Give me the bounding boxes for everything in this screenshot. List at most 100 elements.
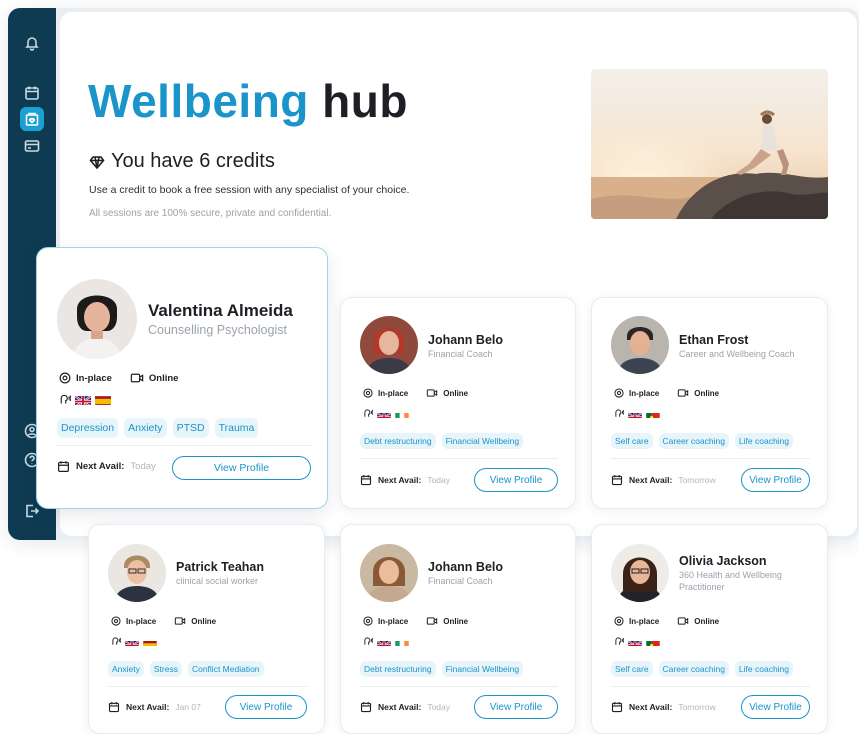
specialty-tag: Anxiety [108, 661, 144, 677]
next-avail-label: Next Avail: [629, 475, 673, 485]
location-pin-icon [614, 388, 624, 398]
session-modes: In-place Online [363, 388, 468, 398]
video-camera-icon [175, 617, 186, 625]
next-availability: Next Avail: Today [57, 460, 156, 473]
session-modes: In-place Online [363, 616, 468, 626]
location-pin-icon [111, 616, 121, 626]
divider [611, 458, 810, 459]
specialist-card[interactable]: Olivia Jackson 360 Health and Wellbeing … [591, 524, 828, 734]
specialist-card[interactable]: Patrick Teahan clinical social worker In… [88, 524, 325, 734]
online-label: Online [694, 616, 720, 626]
calendar-icon [360, 702, 372, 713]
online-label: Online [443, 388, 469, 398]
in-place-label: In-place [378, 388, 409, 398]
specialty-tags: Debt restructuring Financial Wellbeing [360, 661, 524, 677]
next-avail-label: Next Avail: [378, 702, 422, 712]
specialist-card[interactable]: Johann Belo Financial Coach In-place Onl… [340, 524, 576, 734]
card-icon[interactable] [20, 134, 44, 158]
next-avail-value: Tomorrow [678, 702, 716, 712]
privacy-note: All sessions are 100% secure, private an… [89, 208, 332, 219]
next-availability: Next Avail: Tomorrow [611, 474, 716, 486]
languages [614, 636, 660, 646]
page-title-rest: hub [322, 75, 408, 127]
uk-flag-icon [628, 637, 642, 646]
credits-description: Use a credit to book a free session with… [89, 184, 410, 196]
uk-flag-icon [377, 637, 391, 646]
next-availability: Next Avail: Tomorrow [611, 701, 716, 713]
specialty-tag: Life coaching [734, 661, 794, 677]
online-label: Online [694, 388, 720, 398]
divider [57, 445, 311, 446]
specialty-tag: Depression [57, 418, 119, 438]
specialist-name: Patrick Teahan [176, 560, 265, 574]
next-avail-label: Next Avail: [378, 475, 422, 485]
specialty-tags: Anxiety Stress Conflict Mediation [108, 661, 264, 677]
specialist-name: Johann Belo [428, 333, 504, 347]
wellbeing-hub-icon[interactable] [20, 107, 44, 131]
specialist-name: Olivia Jackson [679, 554, 767, 568]
spain-flag-icon [95, 394, 111, 405]
video-camera-icon [678, 389, 689, 397]
specialist-card[interactable]: Ethan Frost Career and Wellbeing Coach I… [591, 297, 828, 509]
bell-icon[interactable] [20, 31, 44, 55]
uk-flag-icon [75, 394, 91, 405]
specialist-role: Career and Wellbeing Coach [679, 349, 795, 359]
divider [360, 686, 558, 687]
specialty-tag: Financial Wellbeing [441, 433, 524, 449]
languages [59, 393, 111, 405]
languages [363, 636, 409, 646]
ireland-flag-icon [395, 409, 409, 418]
online-label: Online [148, 372, 179, 384]
view-profile-button[interactable]: View Profile [474, 695, 558, 719]
divider [108, 686, 307, 687]
speaking-head-icon [615, 409, 624, 417]
calendar-icon[interactable] [20, 81, 44, 105]
in-place-label: In-place [76, 372, 112, 384]
view-profile-button[interactable]: View Profile [172, 456, 311, 480]
specialist-card[interactable]: Johann Belo Financial Coach In-place Onl… [340, 297, 576, 509]
session-modes: In-place Online [59, 372, 178, 384]
credits-text: You have 6 credits [111, 150, 275, 172]
specialty-tag: Career coaching [658, 661, 729, 677]
next-avail-label: Next Avail: [629, 702, 673, 712]
video-camera-icon [678, 617, 689, 625]
speaking-head-icon [364, 637, 373, 645]
page-title: Wellbeing hub [88, 74, 408, 128]
next-avail-value: Today [427, 475, 450, 485]
uk-flag-icon [125, 637, 139, 646]
next-availability: Next Avail: Jan 07 [108, 701, 201, 713]
specialist-name: Valentina Almeida [148, 301, 293, 320]
specialty-tags: Self care Career coaching Life coaching [611, 661, 794, 677]
location-pin-icon [614, 616, 624, 626]
speaking-head-icon [615, 637, 624, 645]
session-modes: In-place Online [614, 388, 719, 398]
specialist-card[interactable]: Valentina Almeida Counselling Psychologi… [36, 247, 328, 509]
calendar-icon [611, 475, 623, 486]
next-avail-value: Jan 07 [175, 702, 201, 712]
calendar-icon [611, 702, 623, 713]
specialty-tag: Career coaching [658, 433, 729, 449]
view-profile-button[interactable]: View Profile [741, 468, 810, 492]
in-place-label: In-place [126, 616, 157, 626]
avatar [360, 316, 418, 374]
view-profile-button[interactable]: View Profile [474, 468, 558, 492]
view-profile-button[interactable]: View Profile [741, 695, 810, 719]
next-avail-value: Today [130, 461, 156, 472]
ireland-flag-icon [395, 637, 409, 646]
specialty-tag: Self care [611, 433, 653, 449]
specialist-role: Financial Coach [428, 576, 493, 586]
specialty-tags: Depression Anxiety PTSD Trauma [57, 418, 259, 438]
avatar [611, 316, 669, 374]
online-label: Online [191, 616, 217, 626]
diamond-icon [89, 155, 105, 169]
location-pin-icon [59, 372, 71, 384]
specialty-tag: Life coaching [734, 433, 794, 449]
next-avail-label: Next Avail: [126, 702, 170, 712]
view-profile-button[interactable]: View Profile [225, 695, 307, 719]
portugal-flag-icon [646, 409, 660, 418]
specialist-role: 360 Health and Wellbeing Practitioner [679, 570, 782, 592]
specialty-tag: Anxiety [124, 418, 167, 438]
specialty-tag: Conflict Mediation [187, 661, 264, 677]
next-avail-value: Tomorrow [678, 475, 716, 485]
specialist-name: Ethan Frost [679, 333, 749, 347]
